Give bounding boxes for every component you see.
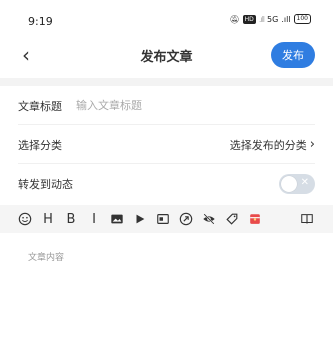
category-label: 选择分类 <box>18 138 62 152</box>
signal-icon: .ıll <box>258 14 265 24</box>
content-placeholder[interactable]: 文章内容 <box>28 250 64 263</box>
book-icon[interactable] <box>296 208 318 230</box>
battery-icon: 100 <box>293 14 311 24</box>
hd-badge: HD <box>242 14 256 24</box>
network-label: 5G <box>267 14 279 24</box>
category-value: 选择发布的分类 <box>229 138 307 152</box>
close-icon: ✕ <box>300 177 309 188</box>
status-time: 9:19 <box>28 15 53 28</box>
italic-icon[interactable]: I <box>83 208 105 230</box>
card-icon[interactable] <box>152 208 174 230</box>
status-icons: 🔕︎ HD .ıll 5G .ıll 100 <box>230 14 311 24</box>
hide-icon[interactable] <box>198 208 220 230</box>
category-selector[interactable]: 选择发布的分类 › <box>230 137 315 153</box>
forward-toggle[interactable]: ✕ <box>279 174 315 194</box>
forward-label: 转发到动态 <box>18 178 73 191</box>
image-icon[interactable] <box>106 208 128 230</box>
heading-icon[interactable]: H <box>37 208 59 230</box>
tag-icon[interactable] <box>221 208 243 230</box>
signal-icon-2: .ıll <box>281 14 291 24</box>
video-icon[interactable] <box>129 208 151 230</box>
bold-icon[interactable]: B <box>60 208 82 230</box>
title-input[interactable] <box>76 99 315 112</box>
link-icon[interactable] <box>175 208 197 230</box>
mute-bell-icon: 🔕︎ <box>229 14 240 24</box>
publish-button[interactable]: 发布 <box>271 42 315 68</box>
editor-toolbar: H B I <box>0 205 333 233</box>
red-packet-icon[interactable] <box>244 208 266 230</box>
chevron-right-icon: › <box>309 137 315 152</box>
emoji-icon[interactable] <box>14 208 36 230</box>
section-divider <box>0 78 333 86</box>
title-row: 文章标题 <box>18 87 315 125</box>
forward-row: 转发到动态 ✕ <box>18 165 315 203</box>
toggle-knob <box>281 176 297 192</box>
category-row[interactable]: 选择分类 选择发布的分类 › <box>18 126 315 164</box>
title-label: 文章标题 <box>18 99 62 113</box>
status-bar: 9:19 🔕︎ HD .ıll 5G .ıll 100 <box>0 0 333 36</box>
nav-bar: ‹ 发布文章 发布 <box>0 36 333 76</box>
